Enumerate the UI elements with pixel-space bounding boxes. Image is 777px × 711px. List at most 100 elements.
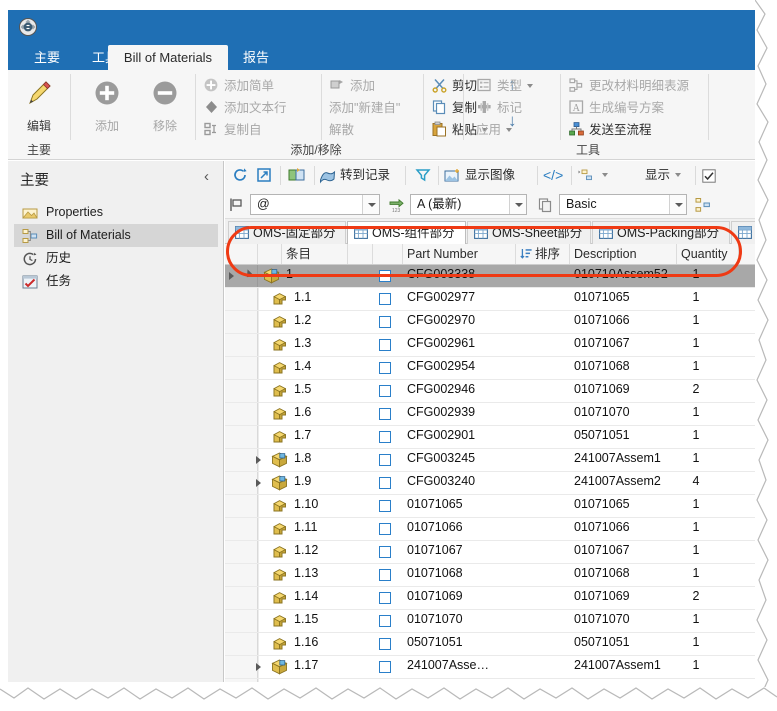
cell-checkbox[interactable] xyxy=(379,431,391,443)
sheet-tab-oms-fixed[interactable]: OMS-固定部分 xyxy=(228,221,346,244)
table-row[interactable]: 1.3 CFG002961 01071067 1 xyxy=(225,334,756,357)
table-row[interactable]: 1.13 01071068 01071068 1 xyxy=(225,564,756,587)
add-button[interactable]: 添加 xyxy=(79,72,135,138)
scope-combo-chevron-down-icon[interactable] xyxy=(362,195,379,214)
cell-checkbox[interactable] xyxy=(379,569,391,581)
cell-checkbox[interactable] xyxy=(379,408,391,420)
table-row[interactable]: 1.1 CFG002977 01071065 1 xyxy=(225,288,756,311)
open-external-button[interactable] xyxy=(253,164,275,187)
table-row[interactable]: 1.9 CFG003240 241007Assem2 4 xyxy=(225,472,756,495)
sheet-tab-oms-sheet[interactable]: OMS-Sheet部分 xyxy=(467,221,591,244)
edit-button[interactable]: 编辑 xyxy=(11,72,67,138)
copy-from-button[interactable]: 复制自 xyxy=(203,120,262,141)
tools-menu-button[interactable]: 显示 xyxy=(645,164,695,187)
cell-checkbox[interactable] xyxy=(379,293,391,305)
cell-checkbox[interactable] xyxy=(379,523,391,535)
sidebar-item-tasks[interactable]: 任务 xyxy=(14,270,218,293)
revision-combo-chevron-down-icon[interactable] xyxy=(509,195,526,214)
bom-tree-trailing-icon[interactable] xyxy=(695,197,711,213)
generate-numbering-scheme-button[interactable]: A 生成编号方案 xyxy=(568,98,664,119)
table-row[interactable]: 1.8 CFG003245 241007Assem1 1 xyxy=(225,449,756,472)
table-row[interactable]: 1.6 CFG002939 01071070 1 xyxy=(225,403,756,426)
scope-combo[interactable]: @ xyxy=(250,194,380,215)
remove-button[interactable]: 移除 xyxy=(137,72,193,138)
table-row[interactable]: 1.16 05071051 05071051 1 xyxy=(225,633,756,656)
change-bom-source-button[interactable]: 更改材料明细表源 xyxy=(568,76,689,97)
cell-checkbox[interactable] xyxy=(379,615,391,627)
ribbon-tab-strip: 主要 工具 Bill of Materials 报告 xyxy=(8,45,756,70)
display-menu-button[interactable] xyxy=(577,164,643,187)
show-image-button[interactable]: 显示图像 xyxy=(444,164,534,187)
sheet-tab-oms-component[interactable]: OMS-组件部分 xyxy=(347,221,466,244)
column-header-part-number[interactable]: Part Number xyxy=(403,244,516,264)
ribbon-tab-bill-of-materials[interactable]: Bill of Materials xyxy=(108,45,228,70)
column-header-item[interactable]: 条目 xyxy=(282,244,348,264)
add-text-line-button[interactable]: 添加文本行 xyxy=(203,98,287,119)
ribbon-tab-main[interactable]: 主要 xyxy=(20,45,74,70)
row-expander-icon[interactable] xyxy=(256,479,261,487)
table-row[interactable]: 1 CFG003338 010710Assem52 1 xyxy=(225,265,756,288)
row-expander-icon[interactable] xyxy=(256,663,261,671)
add-simple-button[interactable]: 添加简单 xyxy=(203,76,274,97)
send-to-process-button[interactable]: 发送至流程 xyxy=(568,120,652,141)
ribbon-tab-reports[interactable]: 报告 xyxy=(232,45,280,70)
cell-description: 01071069 xyxy=(574,589,630,603)
cell-checkbox[interactable] xyxy=(379,546,391,558)
cell-checkbox[interactable] xyxy=(379,362,391,374)
apply-chevron-down-icon[interactable] xyxy=(506,128,513,132)
add-new-from-button[interactable]: 添加"新建自" xyxy=(329,98,400,119)
row-expander-icon[interactable] xyxy=(256,456,261,464)
table-row[interactable]: 1.14 01071069 01071069 2 xyxy=(225,587,756,610)
cell-checkbox[interactable] xyxy=(379,592,391,604)
table-row[interactable]: 1.5 CFG002946 01071069 2 xyxy=(225,380,756,403)
show-latest-children-checkbox[interactable] xyxy=(702,164,756,187)
table-row[interactable]: 1.10 01071065 01071065 1 xyxy=(225,495,756,518)
compare-button[interactable] xyxy=(286,164,310,187)
column-header-description[interactable]: Description xyxy=(570,244,677,264)
cell-checkbox[interactable] xyxy=(379,339,391,351)
add-node-button[interactable]: 添加 xyxy=(329,76,375,97)
sidebar-item-history[interactable]: 历史 xyxy=(14,247,218,270)
sidebar-item-bill-of-materials[interactable]: Bill of Materials xyxy=(14,224,218,247)
sheet-tab-overflow[interactable] xyxy=(731,221,757,244)
cell-checkbox[interactable] xyxy=(379,454,391,466)
configuration-combo-chevron-down-icon[interactable] xyxy=(669,195,686,214)
dissolve-button[interactable]: 解散 xyxy=(329,120,354,141)
code-view-button[interactable]: </> xyxy=(543,164,567,187)
cell-checkbox[interactable] xyxy=(379,638,391,650)
revision-combo[interactable]: A (最新) xyxy=(410,194,527,215)
configuration-combo[interactable]: Basic xyxy=(559,194,687,215)
refresh-button[interactable] xyxy=(229,164,251,187)
column-header-sort[interactable]: 排序 xyxy=(516,244,570,264)
column-header-quantity[interactable]: Quantity xyxy=(677,244,739,264)
sheet-tab-oms-packing[interactable]: OMS-Packing部分 xyxy=(592,221,730,244)
cell-checkbox[interactable] xyxy=(379,385,391,397)
table-row[interactable]: 1.17 241007Asse… 241007Assem1 1 xyxy=(225,656,756,679)
code-icon: </> xyxy=(543,167,564,183)
cell-checkbox[interactable] xyxy=(379,661,391,673)
filter-button[interactable] xyxy=(411,164,435,187)
display-chevron-down-icon[interactable] xyxy=(602,173,608,177)
chevron-left-icon[interactable]: ‹ xyxy=(204,169,209,185)
table-row[interactable]: 1.15 01071070 01071070 1 xyxy=(225,610,756,633)
table-row[interactable]: 1.18 241007Asse… 241007Assem2 4 xyxy=(225,679,756,682)
type-chevron-down-icon[interactable] xyxy=(527,84,534,88)
tools-chevron-down-icon[interactable] xyxy=(675,173,682,177)
toolbar-divider-2 xyxy=(314,166,315,185)
cell-checkbox[interactable] xyxy=(379,270,391,282)
cell-checkbox[interactable] xyxy=(379,477,391,489)
mark-button[interactable]: 标记 xyxy=(476,98,522,119)
revision-combo-value: A (最新) xyxy=(417,197,462,211)
sidebar-item-properties[interactable]: Properties xyxy=(14,201,218,224)
goto-record-button[interactable]: 转到记录 xyxy=(319,164,403,187)
table-row[interactable]: 1.11 01071066 01071066 1 xyxy=(225,518,756,541)
table-row[interactable]: 1.2 CFG002970 01071066 1 xyxy=(225,311,756,334)
table-row[interactable]: 1.12 01071067 01071067 1 xyxy=(225,541,756,564)
cell-checkbox[interactable] xyxy=(379,316,391,328)
cell-description: 01071068 xyxy=(574,359,630,373)
cell-checkbox[interactable] xyxy=(379,500,391,512)
table-row[interactable]: 1.4 CFG002954 01071068 1 xyxy=(225,357,756,380)
apply-menu-button[interactable]: 应用 xyxy=(476,120,513,141)
table-row[interactable]: 1.7 CFG002901 05071051 1 xyxy=(225,426,756,449)
type-menu-button[interactable]: 类型 xyxy=(476,76,534,97)
